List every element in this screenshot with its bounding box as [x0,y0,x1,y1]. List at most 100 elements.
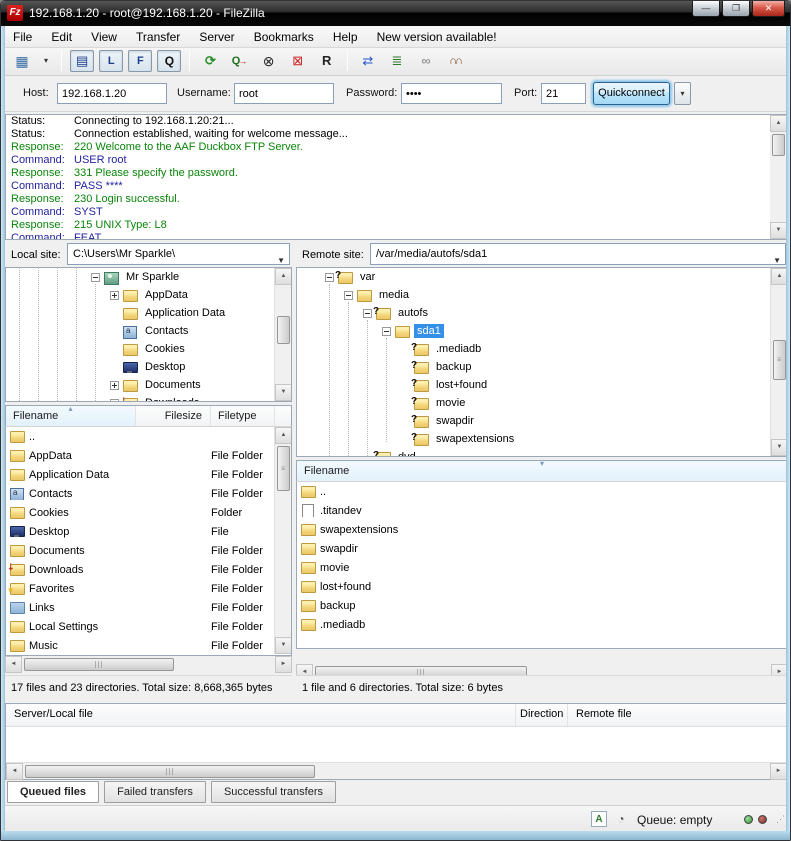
scroll-up-arrow-icon[interactable]: ▲ [275,427,292,444]
column-header-server-local-file[interactable]: Server/Local file [6,704,516,726]
username-input[interactable] [234,83,334,104]
menu-item[interactable]: Transfer [128,26,188,48]
column-header-remote-file[interactable]: Remote file [568,704,787,726]
menu-item[interactable]: View [83,26,125,48]
tree-item[interactable]: backup [297,358,787,376]
tree-expander-icon[interactable] [110,381,119,390]
scroll-right-arrow-icon[interactable]: ► [275,656,292,673]
local-path-combobox[interactable]: C:\Users\Mr Sparkle\ ▼ [67,243,290,265]
tree-expander-icon[interactable] [363,453,372,458]
scroll-down-arrow-icon[interactable]: ▼ [770,222,787,239]
tree-expander-icon[interactable] [110,327,119,336]
file-row[interactable]: .. [297,482,787,501]
menu-item[interactable]: File [5,26,40,48]
queue-tab[interactable]: Queued files [7,781,99,803]
scroll-down-arrow-icon[interactable]: ▼ [275,637,292,654]
toolbar-button[interactable]: Q [157,50,181,72]
tree-item[interactable]: .mediadb [297,340,787,358]
local-list-hscrollbar[interactable]: ◄ ||| ► [5,656,292,673]
toolbar-button[interactable]: ▦ [10,50,34,72]
column-header-direction[interactable]: Direction [516,704,568,726]
tree-expander-icon[interactable] [91,273,100,282]
column-header-filename[interactable]: Filename ▾ [297,461,787,481]
host-input[interactable] [57,83,167,104]
scroll-up-arrow-icon[interactable]: ▲ [770,115,787,132]
log-scrollbar-thumb[interactable] [772,134,785,156]
queue-tab[interactable]: Successful transfers [211,781,336,803]
quickconnect-dropdown-button[interactable]: ▾ [674,82,691,105]
tree-item[interactable]: Mr Sparkle [6,268,291,286]
scroll-left-arrow-icon[interactable]: ◄ [5,656,22,673]
tree-expander-icon[interactable] [110,363,119,372]
tree-expander-icon[interactable] [401,435,410,444]
tree-expander-icon[interactable] [401,363,410,372]
toolbar-button[interactable] [189,51,190,71]
queue-hscrollbar[interactable]: ◄ ||| ► [6,762,787,779]
file-row[interactable]: Documents File Folder [6,541,291,560]
queue-tab[interactable]: Failed transfers [104,781,206,803]
menu-item[interactable]: Edit [43,26,80,48]
tree-item[interactable]: Contacts [6,322,291,340]
toolbar-button[interactable]: ⊠ [286,50,310,72]
file-row[interactable]: movie [297,558,787,577]
tree-item[interactable]: swapextensions [297,430,787,448]
toolbar-button[interactable]: ≣ [385,50,409,72]
file-row[interactable]: Local Settings File Folder [6,617,291,636]
toolbar-button[interactable]: ⊗ [257,50,281,72]
file-row[interactable]: swapdir [297,539,787,558]
file-row[interactable]: Favorites File Folder [6,579,291,598]
file-row[interactable]: Music File Folder [6,636,291,655]
tree-expander-icon[interactable] [110,399,119,403]
tree-item[interactable]: Application Data [6,304,291,322]
local-list-hscrollbar-thumb[interactable]: ||| [24,658,174,671]
log-scrollbar[interactable]: ▲ ▼ [770,115,787,239]
file-row[interactable]: Application Data File Folder [6,465,291,484]
local-list-scrollbar-thumb[interactable]: ≡ [277,446,290,491]
tree-expander-icon[interactable] [401,417,410,426]
tree-expander-icon[interactable] [382,327,391,336]
tree-item[interactable]: Documents [6,376,291,394]
local-list-scrollbar[interactable]: ▲ ≡ ▼ [274,427,291,654]
tree-item[interactable]: Downloads [6,394,291,402]
file-row[interactable]: Contacts File Folder [6,484,291,503]
tree-item[interactable]: sda1 [297,322,787,340]
file-row[interactable]: AppData File Folder [6,446,291,465]
close-button[interactable]: ✕ [752,1,785,17]
resize-grip[interactable]: ⋰ [776,814,786,825]
toolbar-button[interactable]: F [128,50,152,72]
toolbar-button[interactable]: L [99,50,123,72]
title-bar[interactable]: Fz 192.168.1.20 - root@192.168.1.20 - Fi… [1,1,790,26]
queue-hscrollbar-thumb[interactable]: ||| [25,765,315,778]
file-row[interactable]: Desktop File [6,522,291,541]
tree-expander-icon[interactable] [363,309,372,318]
quickconnect-button[interactable]: Quickconnect [593,82,670,105]
scroll-left-arrow-icon[interactable]: ◄ [6,763,23,780]
tree-item[interactable]: Cookies [6,340,291,358]
transfer-type-icon[interactable]: A [591,811,607,827]
column-header-filesize[interactable]: Filesize [136,406,211,426]
file-row[interactable]: Downloads File Folder [6,560,291,579]
file-row[interactable]: Cookies Folder [6,503,291,522]
tree-expander-icon[interactable] [344,291,353,300]
toolbar-button[interactable] [61,51,62,71]
tree-item[interactable]: Desktop [6,358,291,376]
column-header-filename[interactable]: Filename ▴ [6,406,136,426]
tree-item[interactable]: dvd [297,448,787,457]
toolbar-button[interactable]: ⇄ [356,50,380,72]
file-row[interactable]: backup [297,596,787,615]
column-header-filetype[interactable]: Filetype [211,406,275,426]
tree-item[interactable]: autofs [297,304,787,322]
tree-expander-icon[interactable] [110,291,119,300]
tree-item[interactable]: movie [297,394,787,412]
tree-expander-icon[interactable] [110,309,119,318]
menu-item[interactable]: Bookmarks [246,26,322,48]
tree-expander-icon[interactable] [110,345,119,354]
toolbar-button[interactable]: ▾ [39,50,53,72]
tree-expander-icon[interactable] [401,381,410,390]
toolbar-button[interactable]: R [315,50,339,72]
file-row[interactable]: .mediadb [297,615,787,634]
file-row[interactable]: .titandev [297,501,787,520]
tree-item[interactable]: var [297,268,787,286]
tree-expander-icon[interactable] [325,273,334,282]
file-row[interactable]: swapextensions [297,520,787,539]
